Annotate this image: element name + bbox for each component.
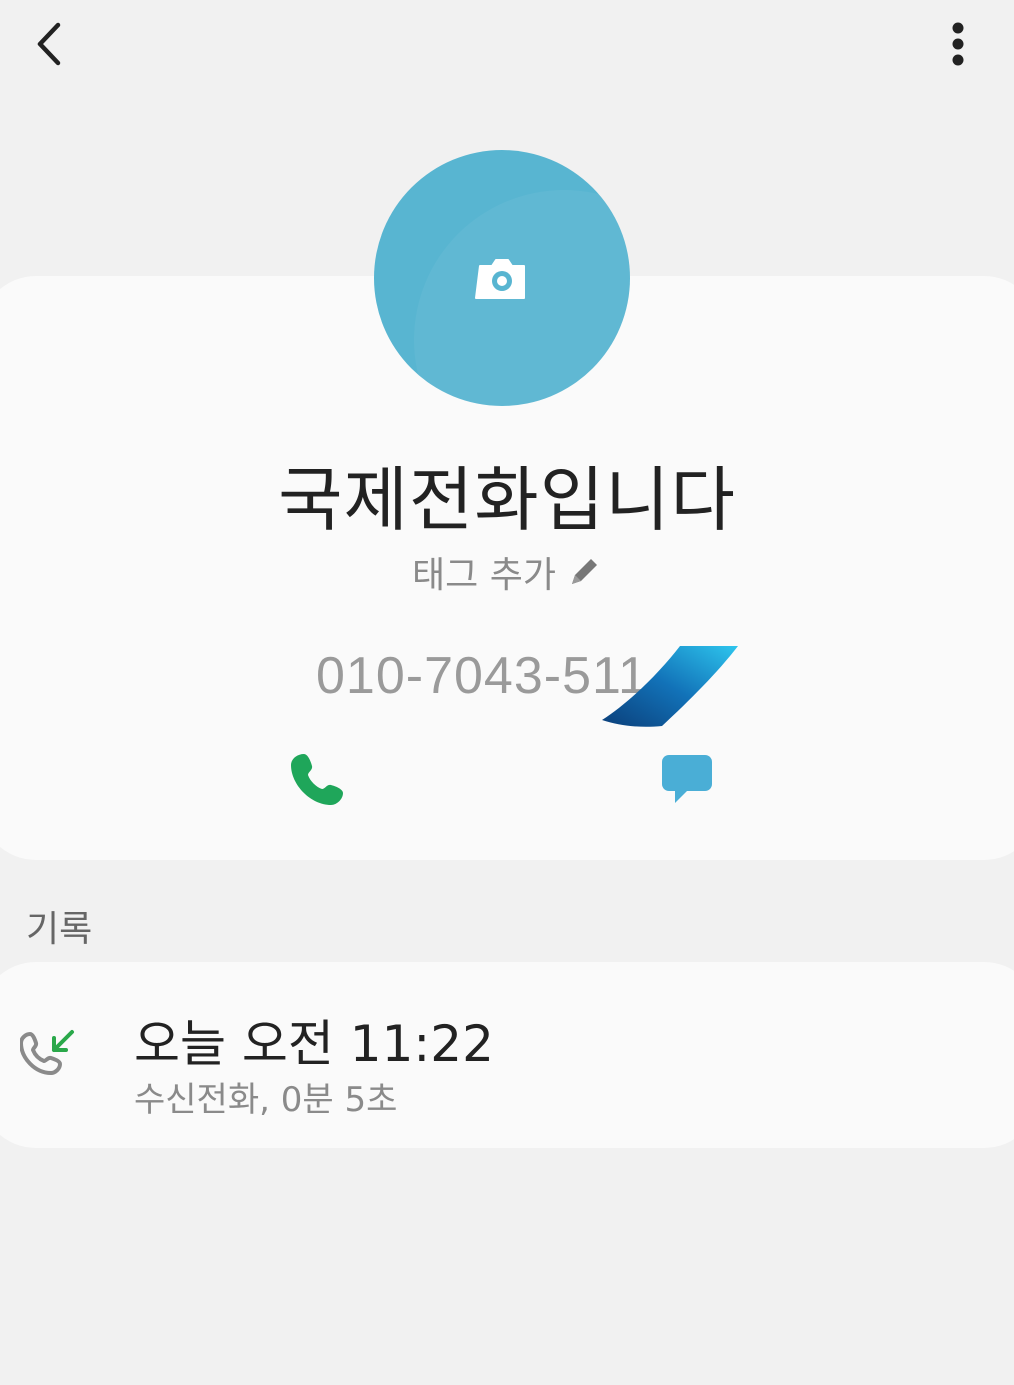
message-icon [662, 755, 712, 803]
call-button[interactable] [282, 742, 356, 816]
history-section-title: 기록 [26, 909, 93, 950]
phone-number: 010-7043-511 [316, 647, 648, 705]
more-vertical-icon [952, 22, 964, 66]
contact-avatar[interactable] [374, 150, 630, 406]
add-tag-label: 태그 추가 [412, 555, 556, 596]
add-tag-button[interactable]: 태그 추가 [0, 546, 1014, 598]
phone-icon [291, 754, 343, 805]
history-entry-detail: 수신전화, 0분 5초 [134, 1080, 398, 1120]
contact-name: 국제전화입니다 [278, 459, 736, 541]
message-button[interactable] [650, 742, 724, 816]
chevron-left-icon [37, 22, 61, 66]
more-options-button[interactable] [930, 14, 986, 74]
camera-icon [475, 259, 525, 299]
back-button[interactable] [18, 14, 78, 74]
incoming-call-icon [20, 1030, 74, 1075]
pencil-icon [571, 559, 597, 584]
redaction-mark [602, 646, 738, 727]
contact-detail-screen: 국제전화입니다 태그 추가 010-7043-511 기록 오늘 오전 11:2… [0, 0, 1014, 1385]
history-entry-time: 오늘 오전 11:22 [134, 1015, 494, 1073]
